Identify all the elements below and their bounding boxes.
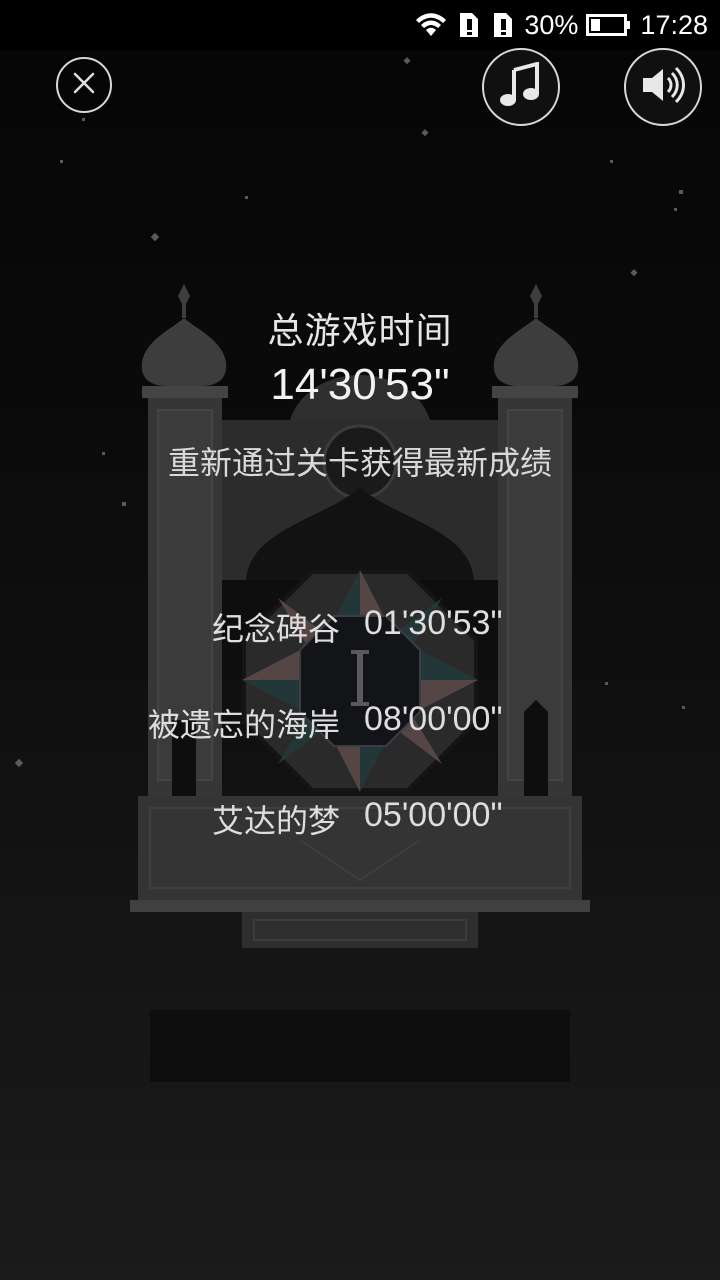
close-icon bbox=[69, 68, 99, 102]
level-time: 08'00'00" bbox=[364, 700, 503, 738]
battery-icon bbox=[586, 12, 632, 38]
clock-time: 17:28 bbox=[640, 9, 708, 40]
level-row: 被遗忘的海岸 08'00'00" bbox=[0, 700, 720, 748]
sim-alert-icon bbox=[456, 10, 482, 40]
level-name: 艾达的梦 bbox=[211, 802, 340, 840]
close-button[interactable] bbox=[56, 57, 112, 113]
total-play-time-value: 14'30'53" bbox=[270, 360, 450, 409]
level-time: 05'00'00" bbox=[364, 796, 503, 834]
level-time: 01'30'53" bbox=[364, 604, 503, 642]
level-row: 艾达的梦 05'00'00" bbox=[0, 796, 720, 844]
game-screen: 30% 17:28 总游戏时间 14'30'53" 重新通过关卡获得最新成绩 纪… bbox=[0, 0, 720, 1280]
level-name: 被遗忘的海岸 bbox=[147, 706, 340, 744]
music-note-icon bbox=[499, 61, 543, 112]
battery-percent: 30% bbox=[524, 9, 579, 40]
wifi-icon bbox=[414, 10, 448, 40]
sound-toggle-button[interactable] bbox=[624, 48, 702, 126]
level-row: 纪念碑谷 01'30'53" bbox=[0, 604, 720, 652]
music-toggle-button[interactable] bbox=[482, 48, 560, 126]
total-play-time-title: 总游戏时间 bbox=[267, 311, 453, 352]
sim-alert-icon bbox=[490, 10, 516, 40]
level-name: 纪念碑谷 bbox=[211, 610, 340, 648]
status-bar: 30% 17:28 bbox=[0, 0, 720, 50]
status-icons: 30% 17:28 bbox=[414, 0, 708, 50]
replay-hint-text: 重新通过关卡获得最新成绩 bbox=[167, 444, 552, 482]
speaker-icon bbox=[639, 63, 687, 111]
